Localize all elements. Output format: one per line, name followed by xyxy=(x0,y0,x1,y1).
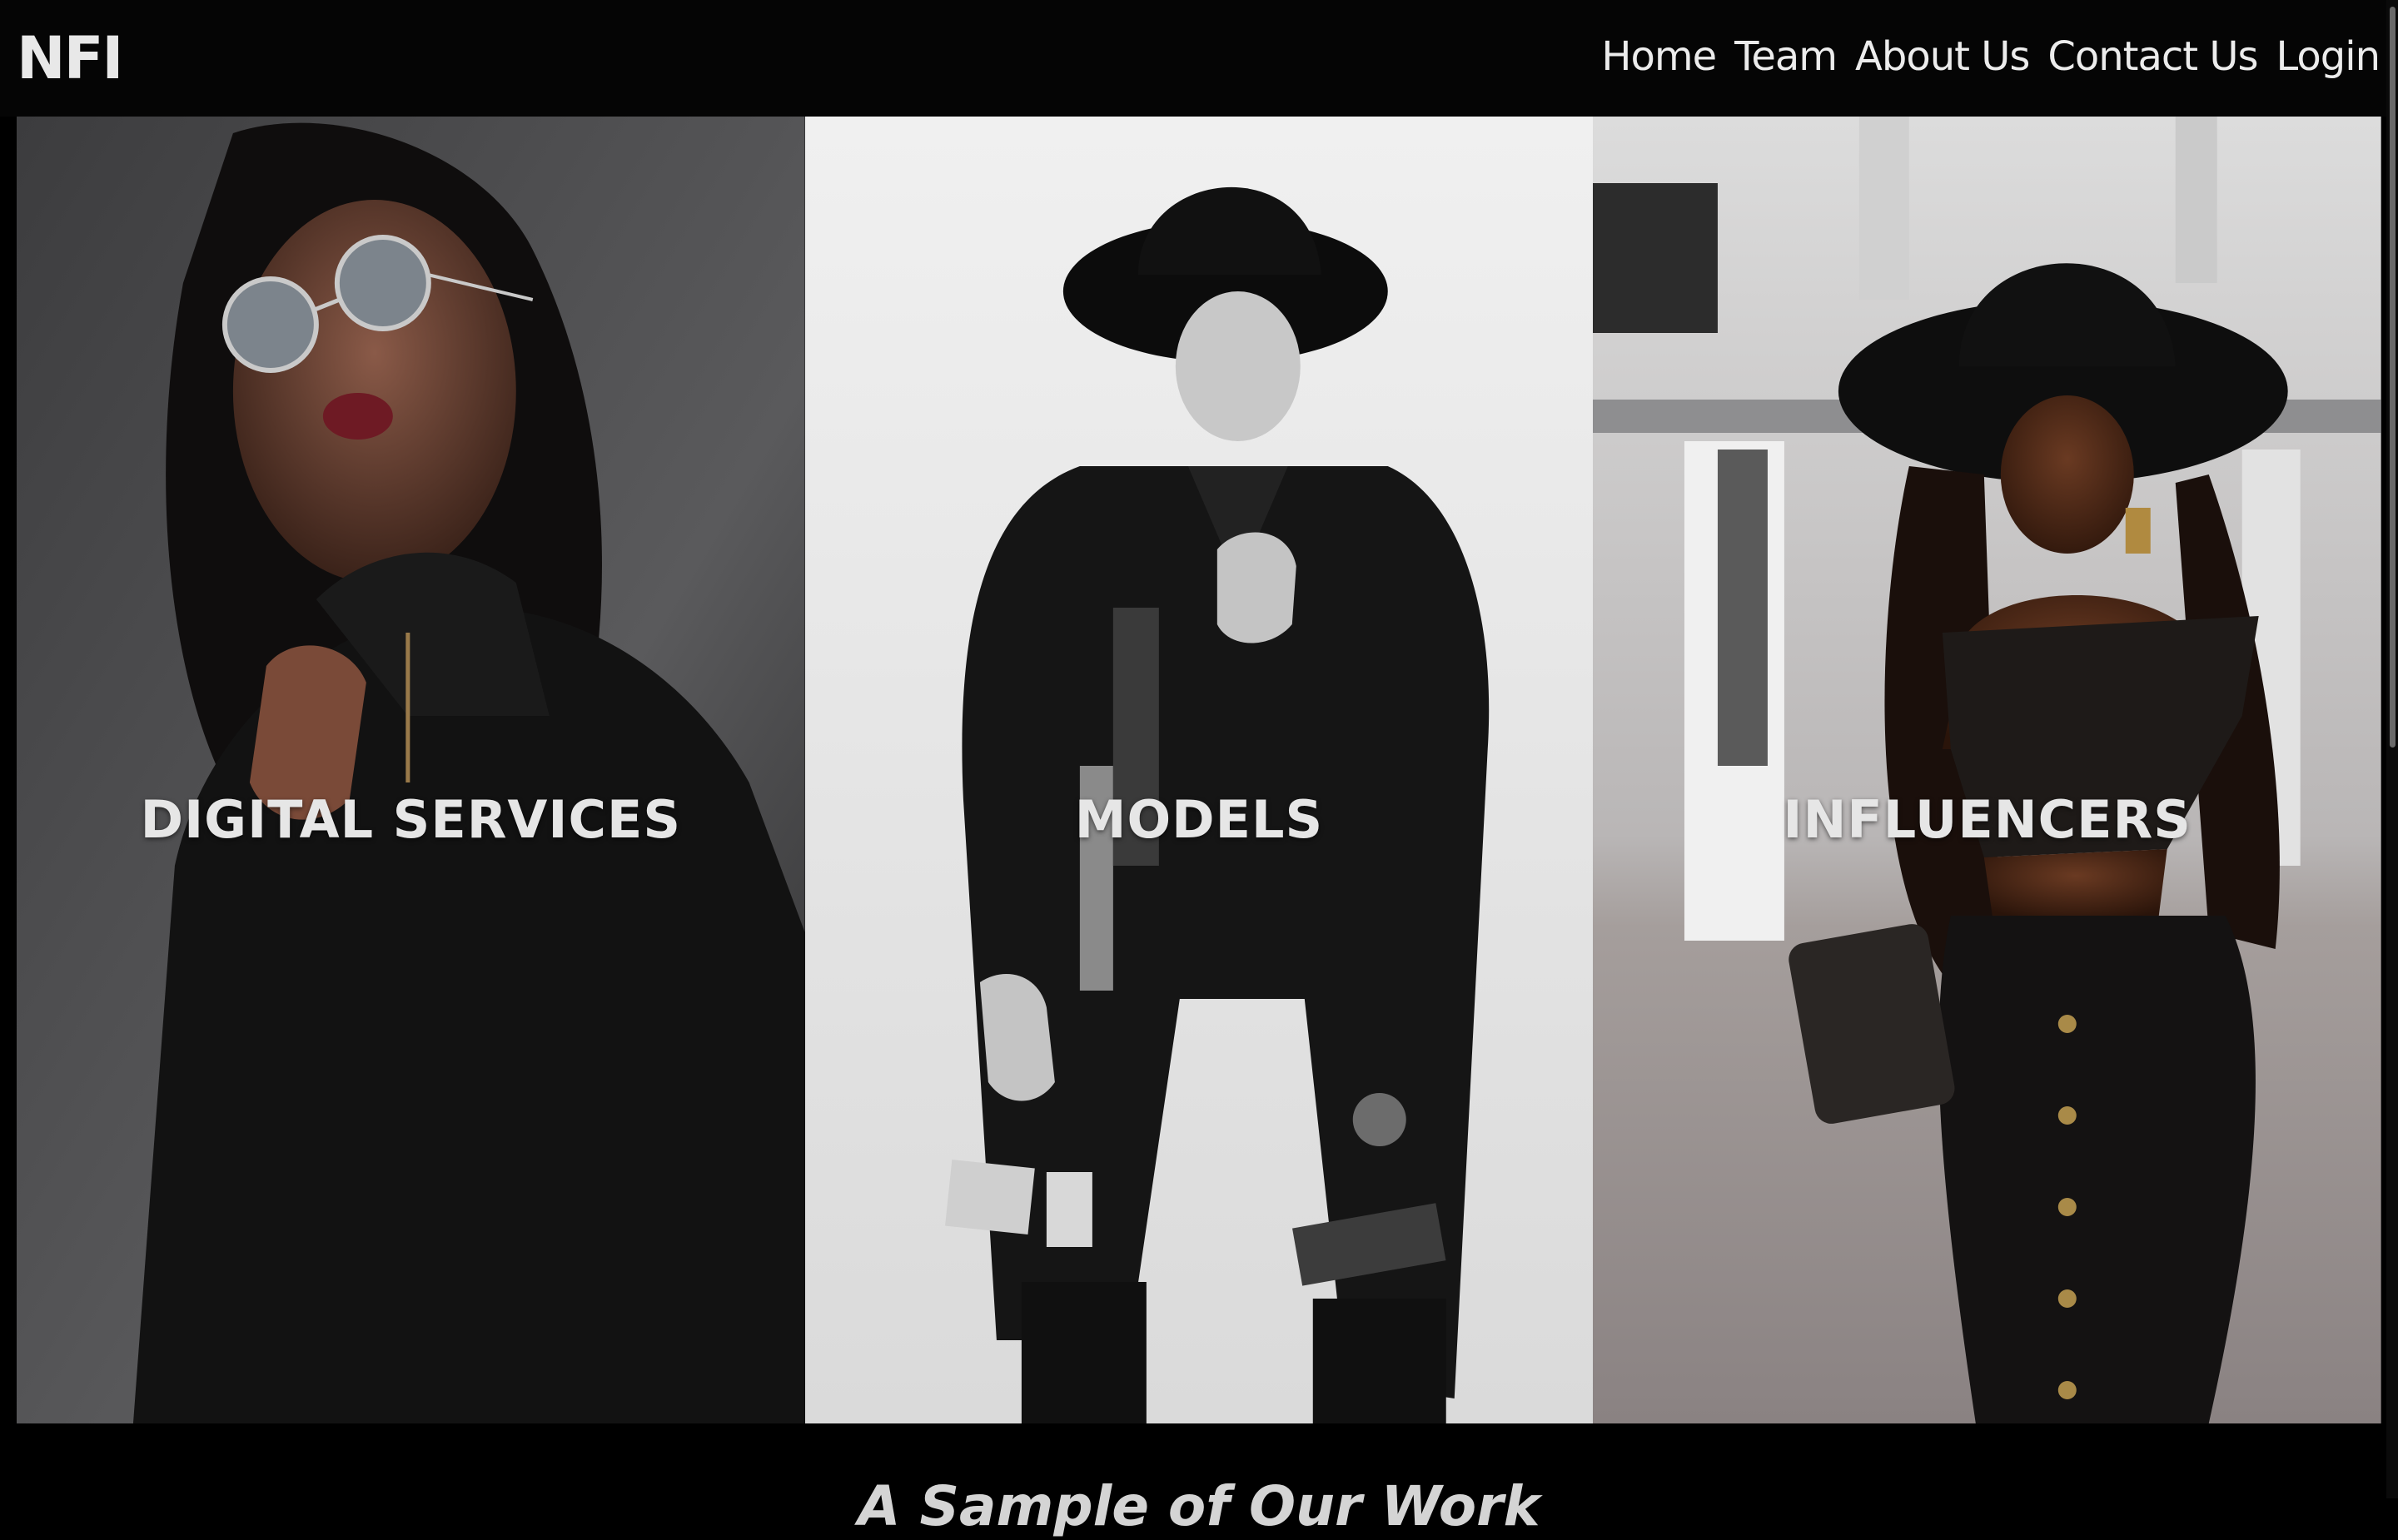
top-navbar: NFI Home Team About Us Contact Us Login xyxy=(0,0,2398,117)
nav-menu: Home Team About Us Contact Us Login xyxy=(1601,28,2381,85)
panel-label-digital-services: DIGITAL SERVICES xyxy=(140,789,681,850)
panel-digital-services[interactable]: DIGITAL SERVICES xyxy=(17,117,805,1423)
panel-influencers[interactable]: INFLUENCERS xyxy=(1593,117,2381,1423)
influencers-photo xyxy=(1593,117,2381,1423)
panel-label-models: MODELS xyxy=(1074,789,1324,850)
nav-team-link[interactable]: Team xyxy=(1734,28,1838,85)
hero-panels: DIGITAL SERVICES MODELS INFLUENCERS xyxy=(17,117,2381,1423)
panel-label-influencers: INFLUENCERS xyxy=(1783,789,2192,850)
section-heading: A Sample of Our Work xyxy=(858,1474,1540,1538)
digital-services-photo xyxy=(17,117,805,1423)
page-scrollbar[interactable] xyxy=(2386,0,2398,1498)
nav-contact-link[interactable]: Contact Us xyxy=(2047,28,2258,85)
site-logo[interactable]: NFI xyxy=(17,23,123,93)
nav-about-link[interactable]: About Us xyxy=(1855,28,2030,85)
panel-models[interactable]: MODELS xyxy=(804,117,1594,1423)
models-photo xyxy=(804,117,1594,1423)
scrollbar-thumb[interactable] xyxy=(2390,7,2396,748)
nav-login-link[interactable]: Login xyxy=(2276,28,2381,85)
nav-home-link[interactable]: Home xyxy=(1601,28,1717,85)
